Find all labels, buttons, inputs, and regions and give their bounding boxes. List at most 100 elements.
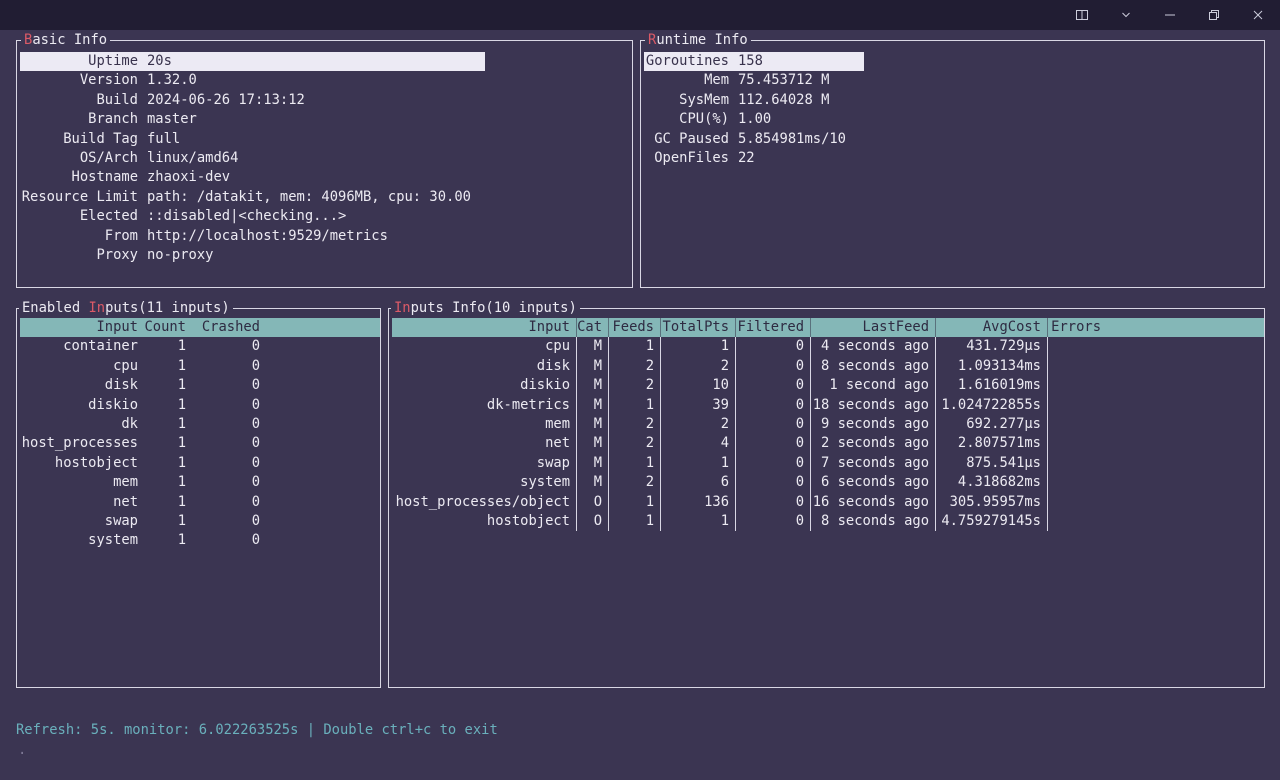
table-row[interactable]: net10 <box>20 493 380 512</box>
table-row[interactable]: cpu10 <box>20 357 380 376</box>
row-value: ::disabled|<checking...> <box>147 207 346 226</box>
info-row[interactable]: Resource Limitpath: /datakit, mem: 4096M… <box>20 188 632 207</box>
table-cell: 0 <box>192 337 266 356</box>
table-row[interactable]: diskM2208 seconds ago1.093134ms <box>392 357 1264 376</box>
row-label: Uptime <box>20 52 138 71</box>
table-cell: 0 <box>736 473 811 492</box>
row-label: OpenFiles <box>644 149 729 168</box>
table-cell: 1 <box>144 357 192 376</box>
table-row[interactable]: hostobjectO1108 seconds ago4.759279145s <box>392 512 1264 531</box>
row-value: 5.854981ms/10 <box>738 130 846 149</box>
table-cell: 0 <box>736 376 811 395</box>
enabled-inputs-table: InputCountCrashedcontainer10cpu10disk10d… <box>20 318 380 551</box>
row-value: 75.453712 M <box>738 71 829 90</box>
table-cell: container <box>20 337 144 356</box>
table-cell: 2 <box>661 415 736 434</box>
table-row[interactable]: system10 <box>20 531 380 550</box>
split-pane-icon <box>1075 8 1089 22</box>
table-cell: 1 <box>144 337 192 356</box>
info-row[interactable]: GC Paused5.854981ms/10 <box>644 130 1264 149</box>
terminal-cursor: . <box>18 741 26 760</box>
column-header: LastFeed <box>811 318 936 337</box>
info-row[interactable]: Uptime20s <box>20 52 485 71</box>
table-cell: 8 seconds ago <box>811 512 936 531</box>
row-label: SysMem <box>644 91 729 110</box>
table-cell: 18 seconds ago <box>811 396 936 415</box>
row-value: master <box>147 110 197 129</box>
table-row[interactable]: cpuM1104 seconds ago431.729µs <box>392 337 1264 356</box>
close-button[interactable] <box>1236 0 1280 30</box>
table-cell: 0 <box>736 434 811 453</box>
table-cell: 0 <box>192 493 266 512</box>
info-row[interactable]: Mem75.453712 M <box>644 71 1264 90</box>
table-cell <box>1048 473 1107 492</box>
info-row[interactable]: Fromhttp://localhost:9529/metrics <box>20 227 632 246</box>
table-cell: 2 <box>609 357 661 376</box>
row-value: 1.00 <box>738 110 771 129</box>
table-cell <box>1048 357 1107 376</box>
row-value: zhaoxi-dev <box>147 168 230 187</box>
table-cell: 1.093134ms <box>936 357 1048 376</box>
info-row[interactable]: CPU(%)1.00 <box>644 110 1264 129</box>
table-cell: mem <box>20 473 144 492</box>
table-row[interactable]: disk10 <box>20 376 380 395</box>
table-row[interactable]: swap10 <box>20 512 380 531</box>
table-row[interactable]: diskio10 <box>20 396 380 415</box>
info-row[interactable]: Goroutines158 <box>644 52 864 71</box>
table-header-row: InputCatFeedsTotalPtsFilteredLastFeedAvg… <box>392 318 1264 337</box>
basic-info-list: Uptime20sVersion1.32.0Build2024-06-26 17… <box>17 41 632 287</box>
table-cell: 0 <box>192 357 266 376</box>
info-row[interactable]: Version1.32.0 <box>20 71 632 90</box>
row-label: Build Tag <box>20 130 138 149</box>
chevron-down-icon <box>1119 8 1133 22</box>
table-row[interactable]: dk-metricsM139018 seconds ago1.024722855… <box>392 396 1264 415</box>
table-row[interactable]: swapM1107 seconds ago875.541µs <box>392 454 1264 473</box>
column-header: Count <box>144 318 192 337</box>
table-cell: 2 seconds ago <box>811 434 936 453</box>
table-cell: 0 <box>736 493 811 512</box>
minimize-button[interactable] <box>1148 0 1192 30</box>
table-cell: 1 <box>609 337 661 356</box>
table-row[interactable]: container10 <box>20 337 380 356</box>
table-row[interactable]: netM2402 seconds ago2.807571ms <box>392 434 1264 453</box>
info-row[interactable]: Build2024-06-26 17:13:12 <box>20 91 632 110</box>
table-cell: 0 <box>192 473 266 492</box>
table-cell: 1 <box>661 512 736 531</box>
row-label: Resource Limit <box>20 188 138 207</box>
restore-button[interactable] <box>1192 0 1236 30</box>
table-cell: 4 <box>661 434 736 453</box>
table-cell: 2 <box>661 357 736 376</box>
info-row[interactable]: Branchmaster <box>20 110 632 129</box>
table-cell: 39 <box>661 396 736 415</box>
table-row[interactable]: mem10 <box>20 473 380 492</box>
table-cell: 4.318682ms <box>936 473 1048 492</box>
table-cell: mem <box>392 415 577 434</box>
info-row[interactable]: OS/Archlinux/amd64 <box>20 149 632 168</box>
info-row[interactable]: OpenFiles22 <box>644 149 1264 168</box>
table-cell <box>1048 376 1107 395</box>
info-row[interactable]: Hostname zhaoxi-dev <box>20 168 632 187</box>
info-row[interactable]: Build Tagfull <box>20 130 632 149</box>
table-row[interactable]: memM2209 seconds ago692.277µs <box>392 415 1264 434</box>
info-row[interactable]: Proxyno-proxy <box>20 246 632 265</box>
row-label: Hostname <box>20 168 138 187</box>
table-row[interactable]: hostobject10 <box>20 454 380 473</box>
new-tab-dropdown-button[interactable] <box>1104 0 1148 30</box>
table-cell: system <box>20 531 144 550</box>
table-cell: 0 <box>736 512 811 531</box>
column-header: Input <box>392 318 577 337</box>
row-label: From <box>20 227 138 246</box>
info-row[interactable]: SysMem112.64028 M <box>644 91 1264 110</box>
table-cell: 2 <box>609 376 661 395</box>
info-row[interactable]: Elected::disabled|<checking...> <box>20 207 632 226</box>
table-cell: host_processes <box>20 434 144 453</box>
table-row[interactable]: systemM2606 seconds ago4.318682ms <box>392 473 1264 492</box>
table-cell: 0 <box>192 531 266 550</box>
split-pane-button[interactable] <box>1060 0 1104 30</box>
table-row[interactable]: host_processes10 <box>20 434 380 453</box>
table-row[interactable]: diskioM21001 second ago1.616019ms <box>392 376 1264 395</box>
row-label: Build <box>20 91 138 110</box>
table-row[interactable]: dk10 <box>20 415 380 434</box>
table-cell <box>1048 434 1107 453</box>
table-row[interactable]: host_processes/objectO1136016 seconds ag… <box>392 493 1264 512</box>
